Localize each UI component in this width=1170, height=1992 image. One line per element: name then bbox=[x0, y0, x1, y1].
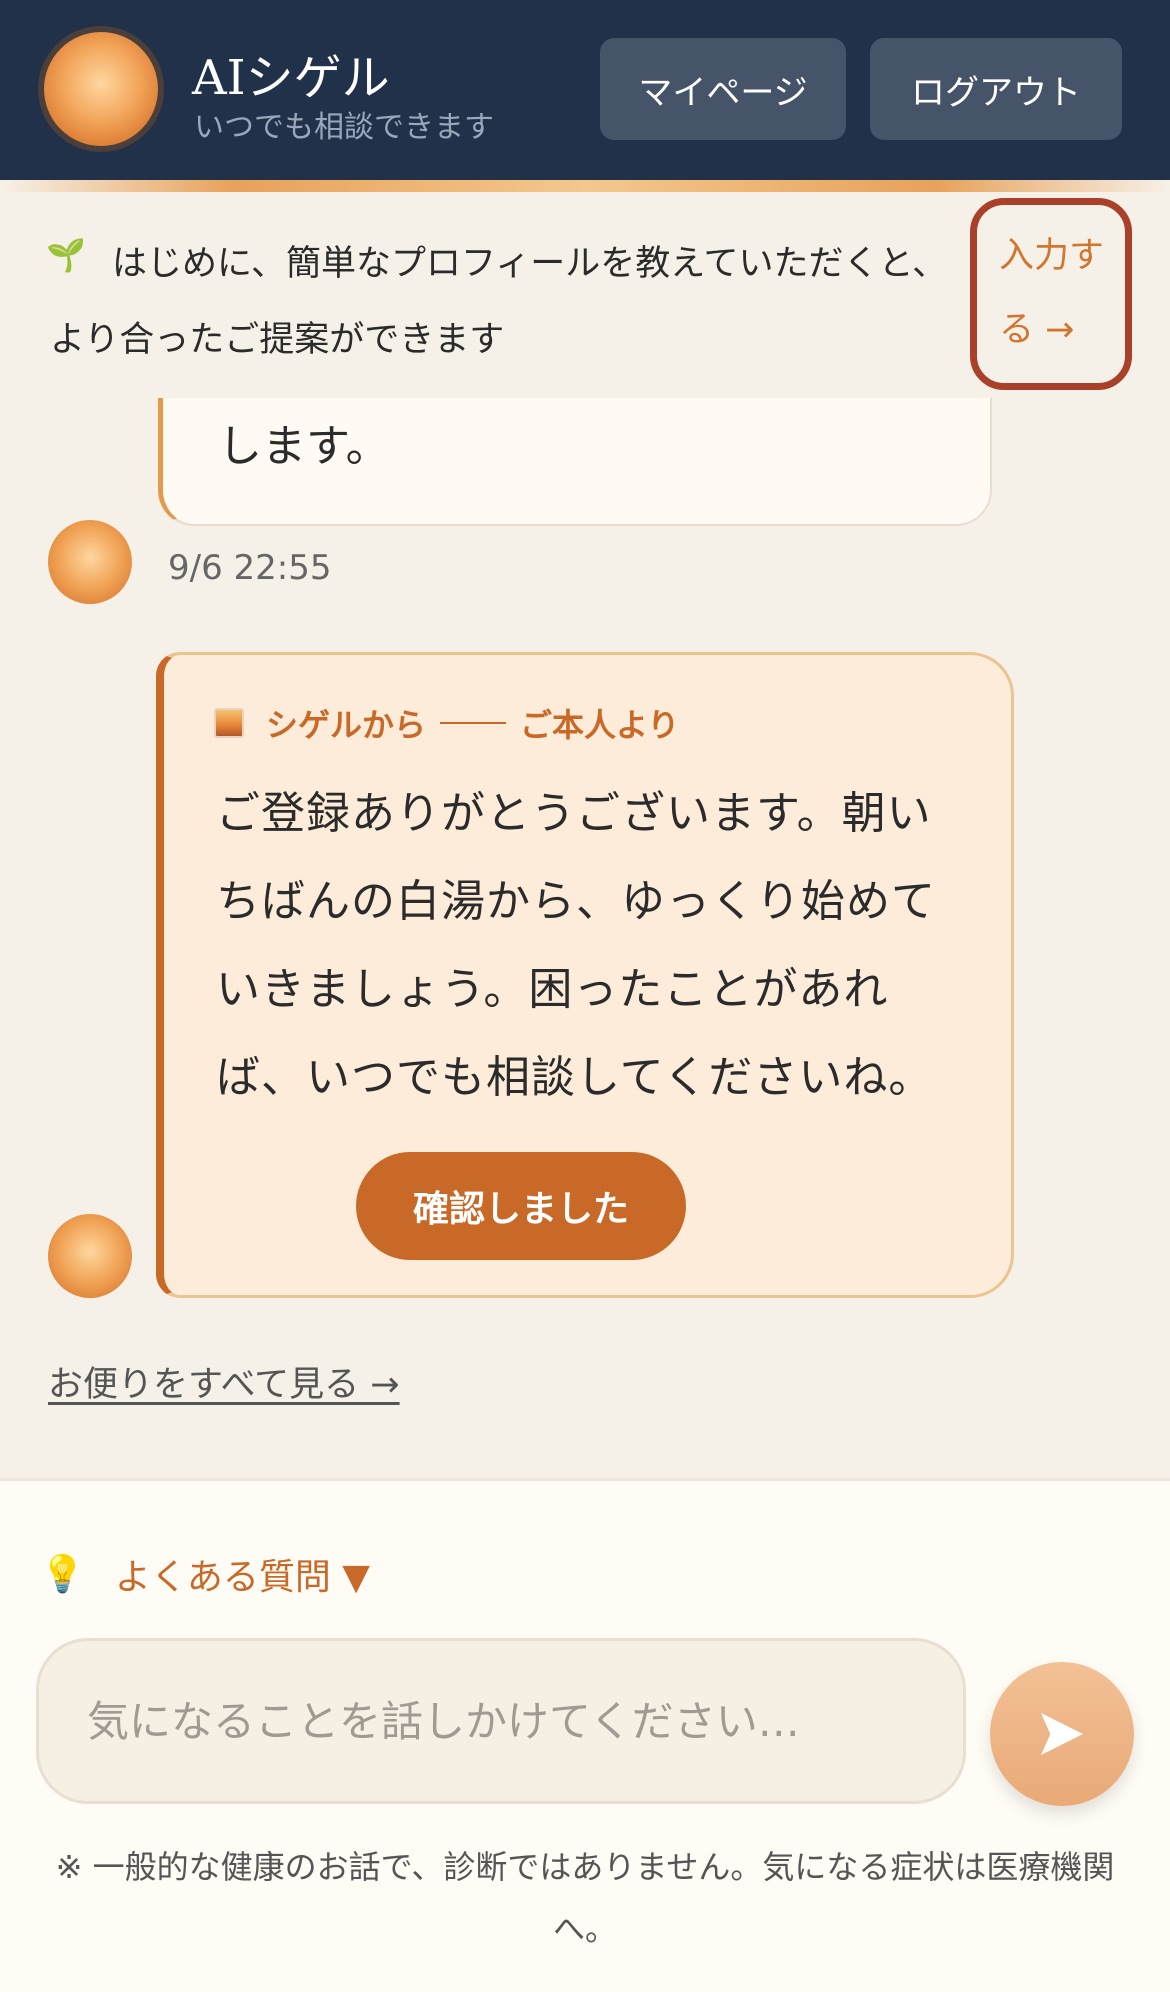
profile-banner-text: はじめに、簡単なプロフィールを教えていただくと、より合ったご提案ができます bbox=[50, 244, 948, 360]
app-title: AIシゲル bbox=[192, 50, 390, 106]
letter-header: シゲルから ご本人より bbox=[214, 700, 679, 746]
letter-sender: シゲルから bbox=[266, 706, 427, 744]
send-button[interactable] bbox=[990, 1662, 1134, 1806]
mypage-button[interactable]: マイページ bbox=[600, 38, 846, 140]
avatar bbox=[48, 1214, 132, 1298]
faq-label: よくある質問 ▼ bbox=[114, 1557, 370, 1598]
sunrise-photo-icon bbox=[214, 708, 244, 738]
letter-from-label: ご本人より bbox=[520, 706, 680, 744]
avatar bbox=[48, 520, 132, 604]
header-accent-line bbox=[0, 180, 1170, 192]
app-header: AIシゲル いつでも相談できます マイページ ログアウト bbox=[0, 0, 1170, 180]
lightbulb-icon: 💡 bbox=[40, 1554, 85, 1595]
previous-message-text: します。 bbox=[218, 421, 390, 472]
app-subtitle: いつでも相談できます bbox=[194, 110, 494, 145]
message-input[interactable] bbox=[36, 1638, 966, 1804]
profile-input-link[interactable]: 入力する → bbox=[970, 198, 1132, 390]
all-letters-link[interactable]: お便りをすべて見る → bbox=[48, 1356, 400, 1407]
confirm-button[interactable]: 確認しました bbox=[356, 1152, 686, 1260]
faq-toggle[interactable]: 💡 よくある質問 ▼ bbox=[40, 1548, 370, 1600]
app-avatar bbox=[38, 26, 164, 152]
send-icon bbox=[1041, 1713, 1083, 1755]
disclaimer: ※ 一般的な健康のお話で、診断ではありません。気になる症状は医療機関へ。 bbox=[55, 1848, 1115, 1948]
message-timestamp: 9/6 22:55 bbox=[168, 548, 332, 588]
divider bbox=[440, 722, 507, 724]
letter-body: ご登録ありがとうございます。朝いちばんの白湯から、ゆっくり始めていきましょう。困… bbox=[216, 788, 936, 1103]
logout-button[interactable]: ログアウト bbox=[870, 38, 1122, 140]
